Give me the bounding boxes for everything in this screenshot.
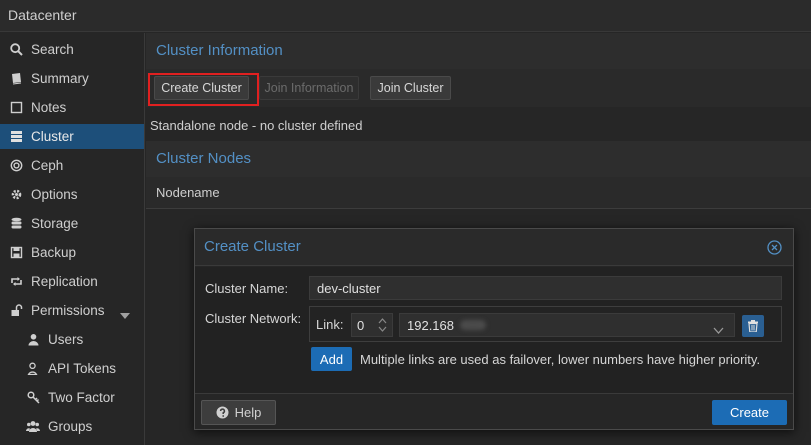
- sidebar-item-two-factor[interactable]: Two Factor: [0, 385, 144, 410]
- retweet-icon: [9, 275, 23, 289]
- failover-hint-text: Multiple links are used as failover, low…: [360, 352, 761, 367]
- sidebar-item-label: Cluster: [31, 129, 74, 144]
- cluster-information-title: Cluster Information: [156, 42, 283, 59]
- unlock-icon: [9, 304, 23, 318]
- cluster-network-group: Link: 0 192.168: [309, 306, 782, 342]
- close-icon[interactable]: [767, 240, 782, 255]
- sidebar-item-label: Storage: [31, 216, 79, 231]
- sidebar-item-label: Search: [31, 42, 74, 57]
- cluster-information-header: Cluster Information: [146, 33, 811, 69]
- note-icon: [9, 101, 23, 115]
- highlight-box: [148, 73, 259, 106]
- sidebar-item-label: Permissions: [31, 303, 105, 318]
- sidebar-item-label: Options: [31, 187, 78, 202]
- dialog-header: Create Cluster: [195, 229, 793, 266]
- create-cluster-dialog: Create Cluster Cluster Name: dev-cluster…: [194, 228, 794, 430]
- gear-icon: [9, 188, 23, 202]
- sidebar-item-notes[interactable]: Notes: [0, 95, 144, 120]
- question-icon: [216, 406, 229, 419]
- cluster-nodes-title: Cluster Nodes: [156, 150, 252, 167]
- spinner-arrows-icon[interactable]: [378, 317, 387, 336]
- sidebar-item-ceph[interactable]: Ceph: [0, 153, 144, 178]
- sidebar-item-backup[interactable]: Backup: [0, 240, 144, 265]
- nodes-table-header: Nodename: [146, 177, 811, 209]
- help-button[interactable]: Help: [201, 400, 276, 425]
- dialog-title: Create Cluster: [204, 238, 301, 255]
- server-icon: [9, 130, 23, 144]
- page-title: Datacenter: [8, 7, 77, 23]
- sidebar-item-options[interactable]: Options: [0, 182, 144, 207]
- sidebar-item-label: Groups: [48, 419, 93, 434]
- sidebar-item-label: Users: [48, 332, 84, 347]
- ceph-icon: [9, 159, 23, 173]
- sidebar-item-cluster[interactable]: Cluster: [0, 124, 144, 149]
- link-address-combobox[interactable]: 192.168: [399, 313, 735, 337]
- sidebar-item-permissions[interactable]: Permissions: [0, 298, 144, 323]
- sidebar-item-summary[interactable]: Summary: [0, 66, 144, 91]
- cluster-name-input[interactable]: dev-cluster: [309, 276, 782, 300]
- sidebar-item-label: Ceph: [31, 158, 64, 173]
- chevron-down-icon[interactable]: [713, 322, 724, 337]
- join-cluster-button[interactable]: Join Cluster: [370, 76, 451, 100]
- sidebar-item-label: Summary: [31, 71, 89, 86]
- cluster-nodes-header: Cluster Nodes: [146, 141, 811, 177]
- title-bar: Datacenter: [0, 0, 811, 32]
- sidebar-item-search[interactable]: Search: [0, 37, 144, 62]
- sidebar-item-label: Two Factor: [48, 390, 115, 405]
- book-icon: [9, 72, 23, 86]
- sidebar-item-groups[interactable]: Groups: [0, 414, 144, 439]
- key-icon: [26, 391, 40, 405]
- link-number-value: 0: [357, 317, 365, 333]
- sidebar: Search Summary Notes Cluster Ceph Option…: [0, 33, 145, 445]
- add-link-button[interactable]: Add: [311, 347, 352, 371]
- help-button-label: Help: [234, 405, 262, 420]
- user-key-icon: [26, 362, 40, 376]
- cluster-network-label: Cluster Network:: [205, 311, 302, 326]
- link-address-value: 192.168: [407, 317, 454, 333]
- sidebar-item-label: API Tokens: [48, 361, 117, 376]
- database-icon: [9, 217, 23, 231]
- join-information-button[interactable]: Join Information: [259, 76, 359, 100]
- cluster-name-label: Cluster Name:: [205, 281, 289, 296]
- cluster-status-text: Standalone node - no cluster defined: [150, 118, 363, 133]
- sidebar-item-storage[interactable]: Storage: [0, 211, 144, 236]
- sidebar-item-label: Replication: [31, 274, 98, 289]
- sidebar-item-api-tokens[interactable]: API Tokens: [0, 356, 144, 381]
- search-icon: [9, 43, 23, 57]
- users-icon: [26, 420, 40, 434]
- floppy-icon: [9, 246, 23, 260]
- sidebar-item-label: Notes: [31, 100, 67, 115]
- user-icon: [26, 333, 40, 347]
- sidebar-item-users[interactable]: Users: [0, 327, 144, 352]
- link-number-spinner[interactable]: 0: [351, 313, 393, 337]
- link-label: Link:: [316, 317, 344, 332]
- delete-link-button[interactable]: [742, 315, 764, 337]
- dialog-footer: Help Create: [195, 393, 793, 429]
- chevron-down-icon[interactable]: [120, 307, 130, 322]
- trash-icon: [748, 320, 758, 332]
- nodename-column-header[interactable]: Nodename: [156, 185, 220, 200]
- redacted-address-part: [460, 320, 486, 330]
- sidebar-item-replication[interactable]: Replication: [0, 269, 144, 294]
- sidebar-item-label: Backup: [31, 245, 77, 260]
- create-button[interactable]: Create: [712, 400, 787, 425]
